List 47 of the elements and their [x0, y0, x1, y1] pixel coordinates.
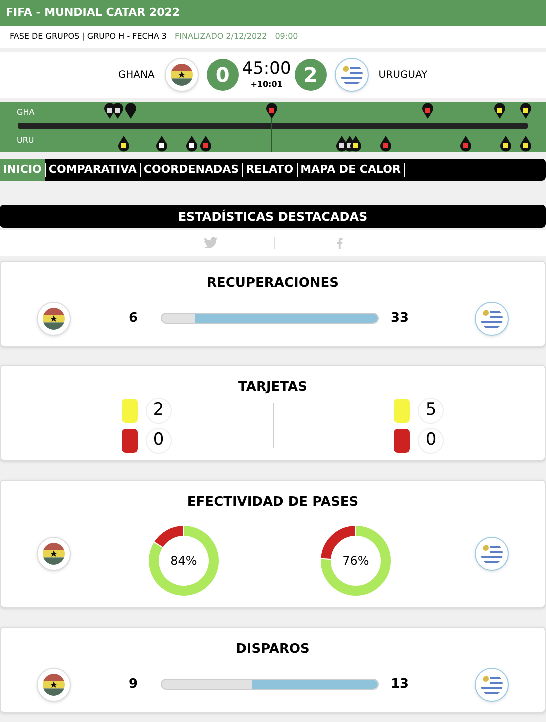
ghana-flag-icon	[37, 668, 71, 702]
sending-off-card-icon	[122, 428, 138, 452]
uruguay-flag-icon	[475, 536, 509, 570]
nav-tab[interactable]: COORDENADAS	[140, 159, 242, 181]
nav-tab[interactable]: COMPARATIVA	[46, 159, 140, 181]
away-value: 13	[391, 676, 410, 694]
stat-title: RECUPERACIONES	[206, 275, 340, 293]
sending-off-card-icon	[394, 428, 410, 452]
stage-label: FASE DE GRUPOS | GRUPO H - FECHA 3	[10, 31, 167, 43]
percentage-label: 84%	[170, 552, 198, 570]
match-clock: 45:00	[242, 59, 292, 79]
ghana-flag-icon	[164, 58, 199, 92]
home-team-name: GHANA	[118, 68, 155, 82]
away-value: 33	[391, 310, 410, 328]
away-score: 2	[294, 59, 327, 91]
stat-title: EFECTIVIDAD DE PASES	[186, 494, 360, 512]
stat-title: DISPAROS	[235, 641, 311, 659]
page-title: FIFA - MUNDIAL CATAR 2022	[6, 4, 180, 21]
card-count: 5	[418, 398, 444, 424]
home-value: 6	[129, 310, 140, 328]
ghana-flag-icon	[37, 302, 71, 336]
ghana-flag-icon	[37, 536, 71, 570]
card-count: 2	[146, 398, 172, 424]
card-count: 0	[146, 428, 172, 454]
uruguay-flag-icon	[475, 302, 509, 336]
home-value: 9	[129, 676, 140, 694]
uruguay-flag-icon	[475, 668, 509, 702]
facebook-icon[interactable]	[336, 238, 342, 248]
donut-chart	[148, 524, 220, 596]
home-score: 0	[206, 59, 239, 91]
nav-tab[interactable]: RELATO	[243, 159, 297, 181]
added-time: +10:01	[250, 79, 283, 91]
kickoff-time: 09:00	[275, 31, 298, 43]
away-timeline-label: URU	[17, 135, 34, 147]
percentage-label: 76%	[342, 552, 370, 570]
stat-title: TARJETAS	[238, 379, 308, 397]
donut-chart	[320, 524, 392, 596]
uruguay-flag-icon	[334, 58, 369, 92]
card-count: 0	[418, 428, 444, 454]
nav-tab[interactable]: MAPA DE CALOR	[298, 159, 404, 181]
twitter-icon[interactable]	[204, 237, 218, 249]
section-title: ESTADÍSTICAS DESTACADAS	[178, 208, 368, 226]
match-status: FINALIZADO 2/12/2022	[175, 31, 268, 43]
away-team-name: URUGUAY	[378, 68, 428, 82]
caution-card-icon	[394, 398, 410, 422]
caution-card-icon	[122, 398, 138, 422]
home-timeline-label: GHA	[17, 107, 35, 119]
